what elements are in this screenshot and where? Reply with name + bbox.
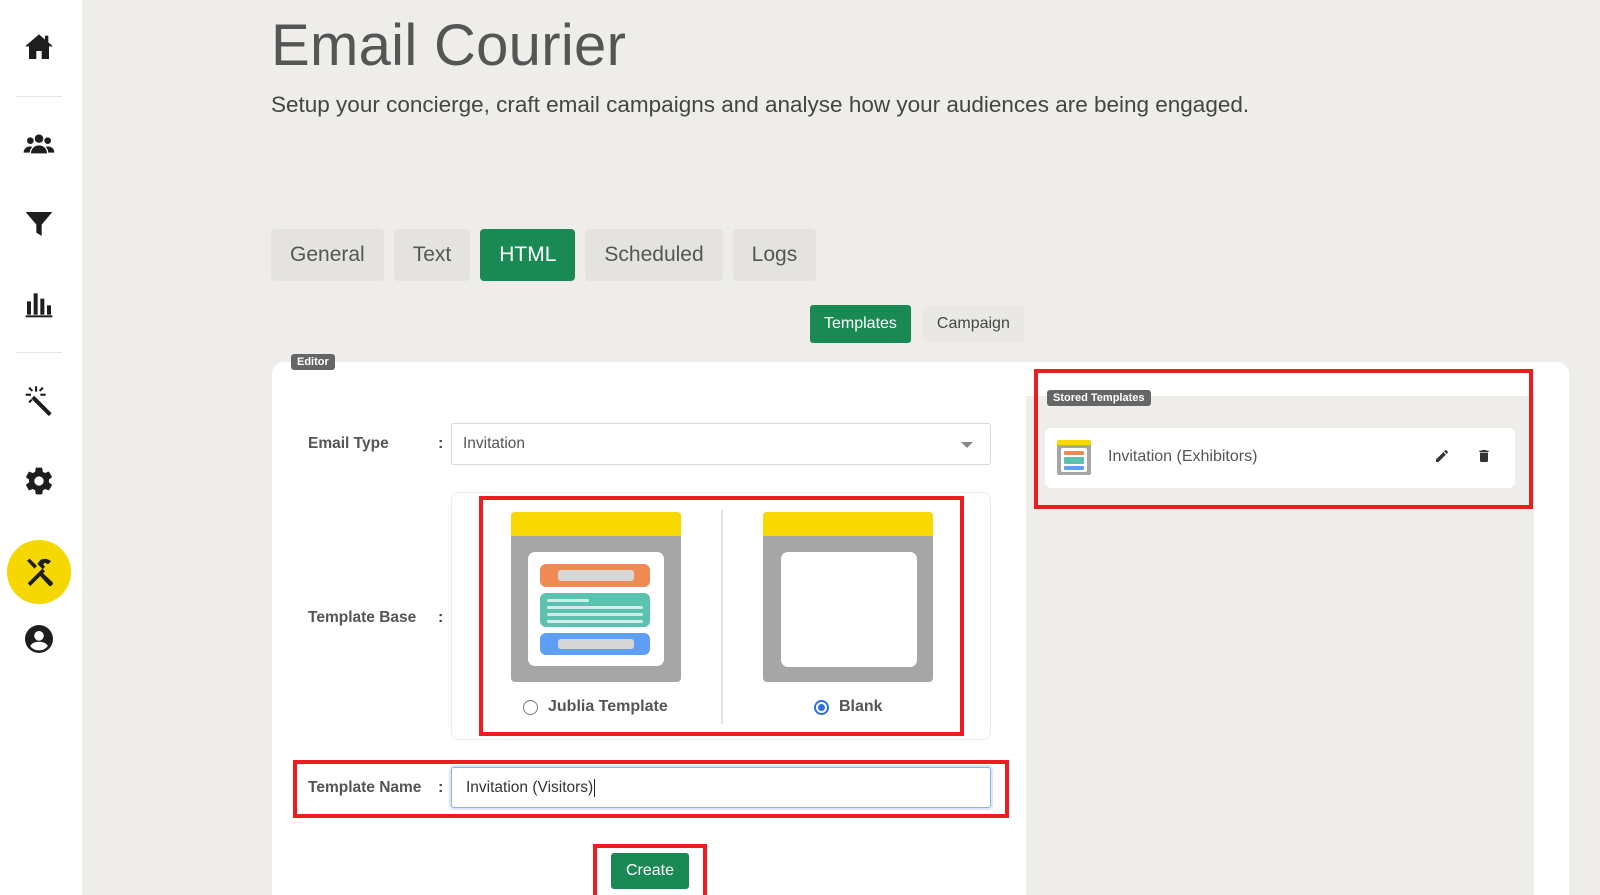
stored-templates-badge: Stored Templates — [1047, 390, 1151, 406]
pencil-icon[interactable] — [1434, 448, 1452, 466]
magic-wand-icon[interactable] — [13, 375, 65, 427]
editor-badge: Editor — [291, 354, 335, 370]
stored-template-name: Invitation (Exhibitors) — [1108, 448, 1258, 465]
blank-template-thumbnail[interactable] — [763, 512, 933, 682]
jublia-template-option[interactable]: Jublia Template — [523, 698, 668, 716]
user-circle-icon[interactable] — [13, 613, 65, 665]
page-title: Email Courier — [271, 13, 627, 78]
home-icon[interactable] — [13, 21, 65, 73]
blank-template-label: Blank — [839, 698, 883, 715]
email-type-label: Email Type — [308, 435, 389, 452]
funnel-icon[interactable] — [13, 198, 65, 250]
template-base-colon: : — [438, 609, 444, 626]
tab-general[interactable]: General — [271, 229, 384, 281]
tools-icon[interactable] — [7, 540, 71, 604]
tab-html[interactable]: HTML — [480, 229, 576, 281]
sidebar-divider — [16, 352, 62, 353]
tab-logs[interactable]: Logs — [732, 229, 817, 281]
tab-scheduled[interactable]: Scheduled — [585, 229, 723, 281]
template-name-value: Invitation (Visitors) — [466, 778, 594, 796]
template-name-colon: : — [438, 779, 444, 796]
sidebar-divider — [16, 96, 62, 97]
sub-tabs: Templates Campaign — [810, 305, 1024, 343]
subtab-campaign[interactable]: Campaign — [922, 305, 1024, 343]
template-base-divider — [721, 510, 723, 724]
gear-icon[interactable] — [13, 455, 65, 507]
text-cursor — [594, 778, 596, 797]
email-type-colon: : — [438, 435, 444, 452]
email-type-value: Invitation — [463, 435, 526, 452]
page-subtitle: Setup your concierge, craft email campai… — [271, 92, 1250, 117]
template-name-label: Template Name — [308, 779, 422, 796]
template-base-label: Template Base — [308, 609, 417, 626]
jublia-template-radio[interactable] — [523, 699, 538, 715]
stored-template-item[interactable]: Invitation (Exhibitors) — [1045, 428, 1515, 488]
trash-icon[interactable] — [1476, 448, 1494, 466]
chevron-down-icon — [961, 442, 973, 448]
jublia-template-label: Jublia Template — [548, 698, 668, 715]
blank-template-option[interactable]: Blank — [814, 698, 883, 716]
people-icon[interactable] — [13, 118, 65, 170]
email-type-select[interactable]: Invitation — [451, 423, 991, 465]
bar-chart-icon[interactable] — [13, 278, 65, 330]
create-button[interactable]: Create — [611, 853, 689, 889]
sidebar — [0, 0, 82, 895]
main-tabs: General Text HTML Scheduled Logs — [271, 229, 817, 281]
tab-text[interactable]: Text — [393, 229, 471, 281]
template-name-input[interactable]: Invitation (Visitors) — [451, 767, 991, 808]
blank-template-radio[interactable] — [814, 699, 829, 715]
subtab-templates[interactable]: Templates — [810, 305, 911, 343]
jublia-template-thumbnail[interactable] — [511, 512, 681, 682]
template-thumbnail-icon — [1057, 440, 1091, 475]
